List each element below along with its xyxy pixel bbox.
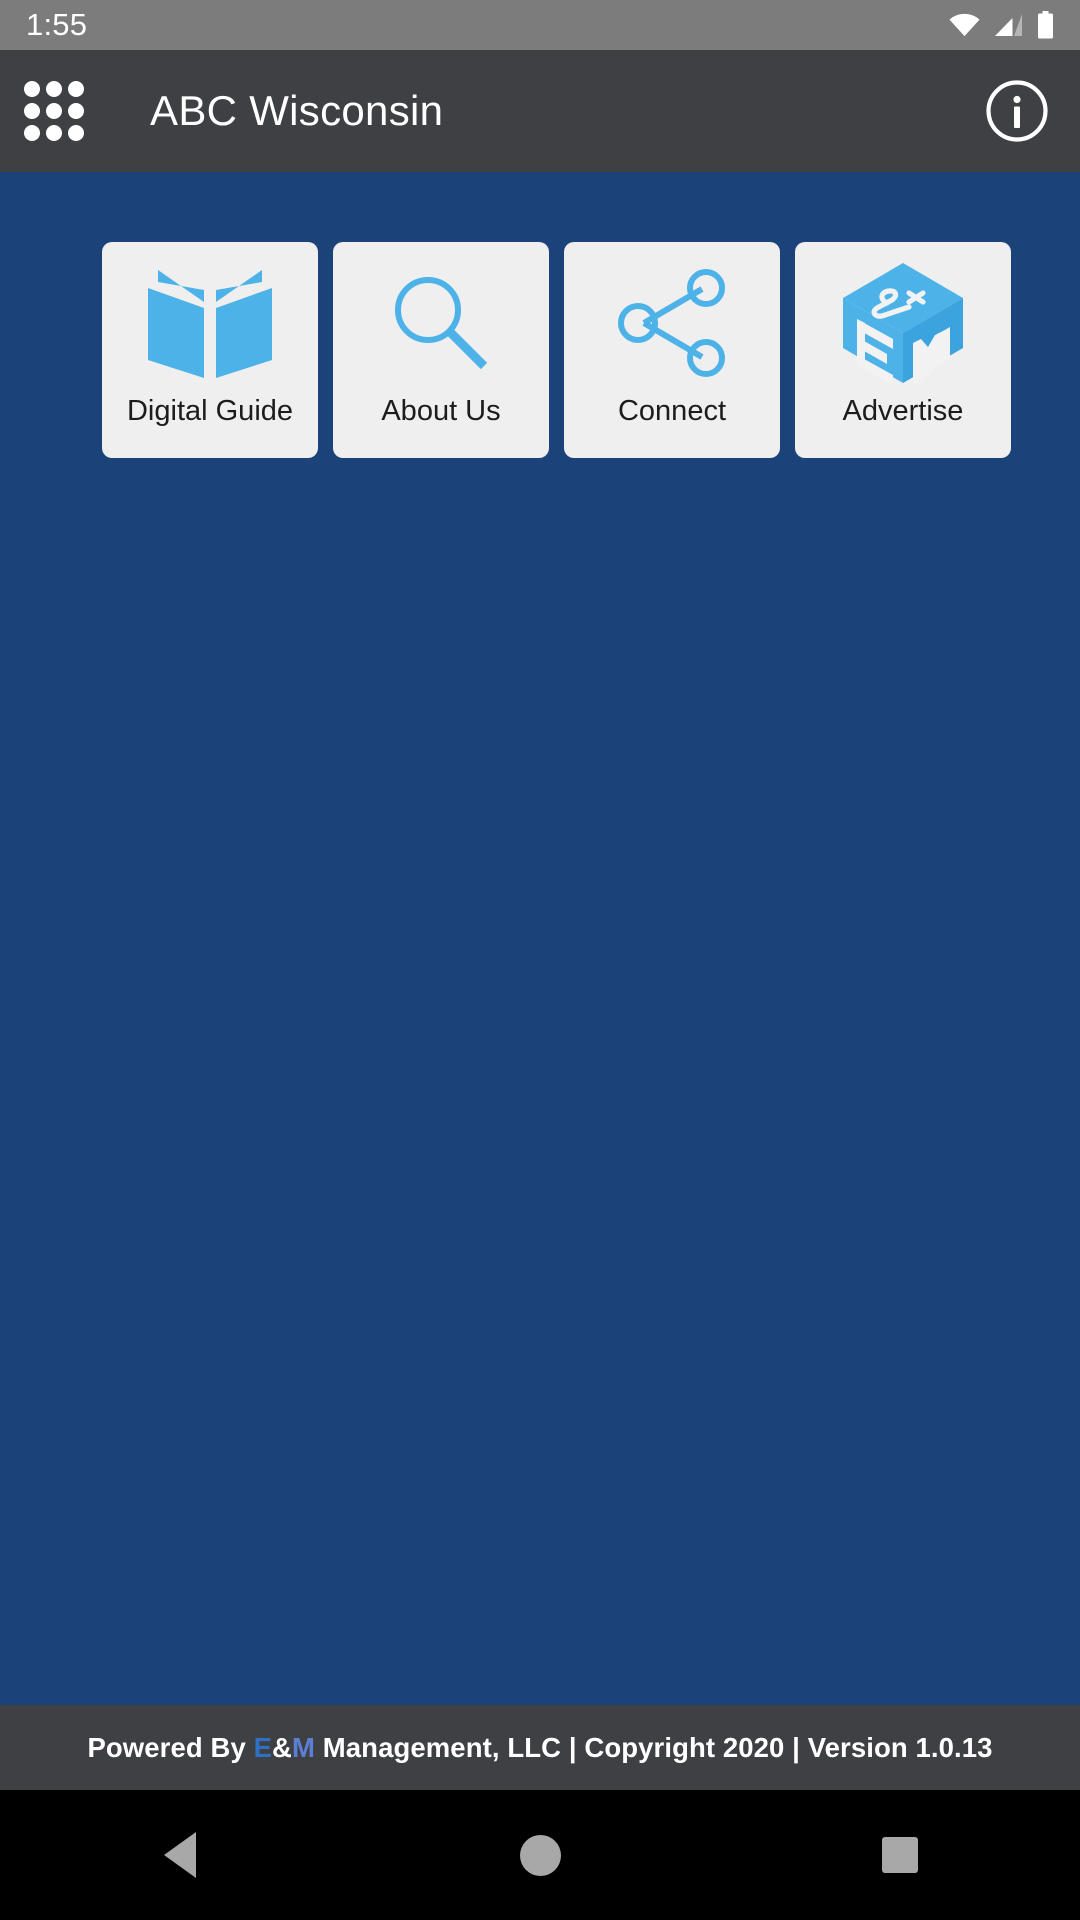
grid-dot: [24, 125, 40, 141]
footer-suffix: Management, LLC | Copyright 2020 | Versi…: [315, 1731, 993, 1763]
android-navigation-bar: [0, 1790, 1080, 1920]
tile-connect[interactable]: Connect: [564, 242, 780, 458]
tile-label: Connect: [617, 395, 726, 427]
status-bar: 1:55: [0, 0, 1080, 50]
nav-recents-button[interactable]: [825, 1790, 975, 1920]
grid-dot: [68, 81, 84, 97]
nav-home-button[interactable]: [465, 1790, 615, 1920]
tile-advertise[interactable]: Advertise: [795, 242, 1011, 458]
back-triangle-icon: [164, 1832, 196, 1878]
magnifier-icon: [333, 256, 549, 390]
grid-dot: [46, 125, 62, 141]
status-bar-icons: [949, 11, 1054, 39]
main-content: Digital Guide About Us Connect Advertise: [0, 172, 1080, 1705]
share-nodes-icon: [564, 256, 780, 390]
grid-dot: [68, 125, 84, 141]
cellular-signal-icon: [994, 13, 1023, 37]
info-icon[interactable]: [984, 78, 1050, 144]
footer-brand-m: M: [292, 1731, 316, 1763]
grid-dot: [46, 81, 62, 97]
tile-digital-guide[interactable]: Digital Guide: [102, 242, 318, 458]
apps-grid-icon[interactable]: [22, 79, 86, 143]
grid-dot: [68, 103, 84, 119]
recents-square-icon: [882, 1837, 918, 1873]
footer-prefix: Powered By: [87, 1731, 254, 1763]
footer-brand-amp: &: [272, 1731, 293, 1763]
em-cube-logo-icon: [795, 256, 1011, 390]
wifi-icon: [949, 13, 980, 37]
tile-about-us[interactable]: About Us: [333, 242, 549, 458]
footer-brand-e: E: [253, 1731, 273, 1763]
footer-credit-text: Powered By E&M Management, LLC | Copyrig…: [87, 1732, 992, 1764]
page-title: ABC Wisconsin: [150, 87, 444, 134]
grid-dot: [24, 81, 40, 97]
grid-dot: [24, 103, 40, 119]
footer-bar: Powered By E&M Management, LLC | Copyrig…: [0, 1705, 1080, 1790]
tile-label: Advertise: [842, 395, 964, 427]
status-bar-clock: 1:55: [26, 7, 88, 42]
tile-label: About Us: [381, 395, 501, 427]
app-bar: ABC Wisconsin: [0, 50, 1080, 172]
tile-label: Digital Guide: [126, 395, 294, 427]
grid-dot: [46, 103, 62, 119]
open-book-icon: [102, 256, 318, 390]
battery-icon: [1037, 11, 1054, 39]
nav-back-button[interactable]: [105, 1790, 255, 1920]
home-circle-icon: [519, 1834, 561, 1876]
tile-grid: Digital Guide About Us Connect Advertise: [0, 172, 1080, 474]
